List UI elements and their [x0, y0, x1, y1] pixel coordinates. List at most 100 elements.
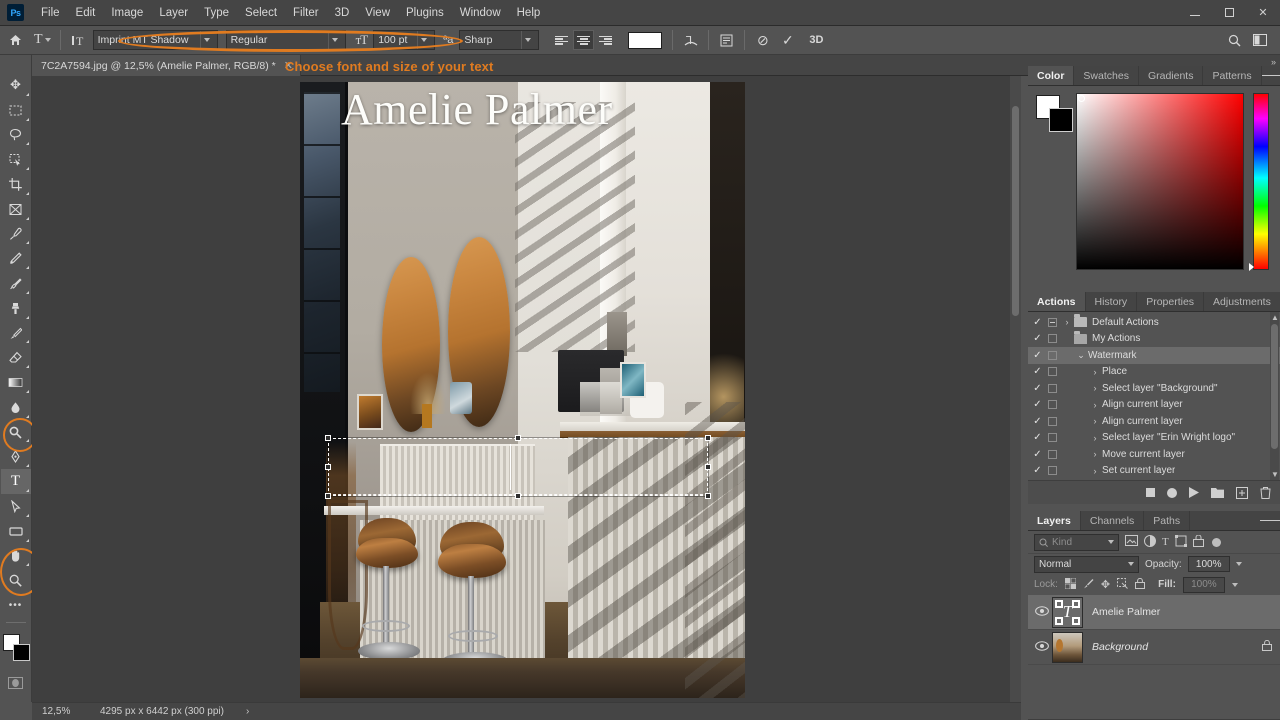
pen-tool[interactable] [1, 444, 31, 469]
filter-pixel-icon[interactable] [1125, 535, 1138, 549]
document-canvas[interactable]: Amelie Palmer [300, 82, 745, 698]
blur-tool[interactable] [1, 395, 31, 420]
resize-handle[interactable] [515, 435, 521, 441]
opacity-value[interactable]: 100% [1187, 556, 1230, 572]
quick-mask-icon[interactable] [1, 671, 31, 696]
status-expand-icon[interactable]: › [224, 706, 249, 717]
chevron-down-icon[interactable] [1235, 562, 1242, 566]
home-icon[interactable] [0, 34, 30, 46]
action-enabled-check[interactable]: ✓ [1030, 317, 1045, 328]
action-dialog-toggle[interactable] [1045, 400, 1060, 410]
action-row[interactable]: ✓ › Align current layer [1028, 397, 1280, 414]
tab-layers[interactable]: Layers [1028, 511, 1081, 530]
action-row[interactable]: ✓ › Place [1028, 364, 1280, 381]
chevron-down-icon[interactable] [1128, 562, 1134, 566]
action-enabled-check[interactable]: ✓ [1030, 416, 1045, 427]
chevron-right-icon[interactable]: › [1088, 400, 1102, 410]
commit-edits-button[interactable]: ✓ [775, 29, 800, 51]
resize-handle[interactable] [705, 493, 711, 499]
zoom-level[interactable]: 12,5% [32, 706, 94, 717]
action-dialog-toggle[interactable] [1045, 416, 1060, 426]
action-dialog-toggle[interactable] [1045, 350, 1060, 360]
blend-mode-select[interactable]: Normal [1034, 555, 1139, 573]
scroll-down-icon[interactable]: ▼ [1271, 470, 1279, 479]
action-row[interactable]: ✓ › Align current layer [1028, 413, 1280, 430]
align-right-button[interactable] [595, 30, 616, 50]
actions-list[interactable]: ✓ › Default Actions ✓ ⌄ My Actions ✓ ⌄ [1028, 312, 1280, 480]
font-family-select[interactable]: Imprint MT Shadow [92, 30, 218, 50]
layer-thumbnail[interactable] [1052, 631, 1083, 663]
menu-edit[interactable]: Edit [68, 2, 104, 24]
layer-row-text[interactable]: T Amelie Palmer [1028, 595, 1280, 630]
action-enabled-check[interactable]: ✓ [1030, 432, 1045, 443]
font-style-select[interactable]: Regular [225, 30, 346, 50]
maximize-button[interactable] [1212, 0, 1246, 26]
action-dialog-toggle[interactable] [1045, 317, 1060, 327]
tab-patterns[interactable]: Patterns [1203, 66, 1262, 85]
canvas-area[interactable]: Amelie Palmer [32, 76, 1021, 702]
action-row[interactable]: ✓ › Default Actions [1028, 314, 1280, 331]
filter-type-icon[interactable]: T [1162, 536, 1169, 548]
lock-image-icon[interactable] [1083, 578, 1094, 592]
eyedropper-tool[interactable] [1, 222, 31, 247]
lock-artboard-icon[interactable] [1117, 577, 1128, 592]
chevron-right-icon[interactable]: › [1088, 433, 1102, 443]
lasso-tool[interactable] [1, 123, 31, 148]
filter-adjustment-icon[interactable] [1144, 534, 1156, 550]
panel-menu-icon[interactable] [1260, 511, 1280, 530]
path-selection-tool[interactable] [1, 494, 31, 519]
move-tool[interactable]: ✥ [1, 73, 31, 98]
action-row[interactable]: ✓ ⌄ Watermark [1028, 347, 1280, 364]
resize-handle[interactable] [515, 493, 521, 499]
hand-tool[interactable] [1, 544, 31, 569]
action-dialog-toggle[interactable] [1045, 449, 1060, 459]
chevron-down-icon[interactable] [199, 31, 213, 49]
spot-healing-brush-tool[interactable] [1, 246, 31, 271]
scroll-up-icon[interactable]: ▲ [1271, 313, 1279, 322]
menu-3d[interactable]: 3D [327, 2, 358, 24]
action-row[interactable]: ✓ ⌄ My Actions [1028, 330, 1280, 348]
chevron-right-icon[interactable]: › [1088, 416, 1102, 426]
resize-handle[interactable] [705, 435, 711, 441]
background-color-swatch[interactable] [12, 643, 30, 661]
action-dialog-toggle[interactable] [1045, 383, 1060, 393]
rectangle-tool[interactable] [1, 519, 31, 544]
scrollbar-thumb[interactable] [1271, 324, 1278, 449]
action-enabled-check[interactable]: ✓ [1030, 383, 1045, 394]
brush-tool[interactable] [1, 271, 31, 296]
history-brush-tool[interactable] [1, 321, 31, 346]
layer-name[interactable]: Amelie Palmer [1092, 606, 1160, 618]
crop-tool[interactable] [1, 172, 31, 197]
chevron-right-icon[interactable]: › [1060, 317, 1074, 327]
layer-thumbnail[interactable]: T [1052, 596, 1083, 628]
chevron-down-icon[interactable] [417, 31, 430, 49]
stop-icon[interactable] [1146, 488, 1155, 497]
action-enabled-check[interactable]: ✓ [1030, 333, 1045, 344]
layer-filter-kind-select[interactable]: Kind [1034, 533, 1119, 551]
chevron-down-icon[interactable] [1231, 582, 1238, 587]
chevron-down-icon[interactable]: ⌄ [1074, 350, 1088, 361]
watermark-text[interactable]: Amelie Palmer [341, 84, 613, 135]
search-icon[interactable] [1222, 29, 1247, 51]
filter-toggle[interactable] [1211, 537, 1221, 547]
character-panel-icon[interactable] [714, 29, 739, 51]
new-set-icon[interactable] [1211, 487, 1224, 498]
horizontal-type-tool[interactable]: T [0, 469, 31, 495]
object-selection-tool[interactable] [1, 147, 31, 172]
workspace-icon[interactable] [1247, 29, 1272, 51]
action-row[interactable]: ✓ › Select layer "Background" [1028, 380, 1280, 397]
action-enabled-check[interactable]: ✓ [1030, 366, 1045, 377]
warp-text-icon[interactable]: Ꞁ [678, 29, 703, 51]
action-dialog-toggle[interactable] [1045, 334, 1060, 344]
hue-slider[interactable] [1249, 93, 1269, 271]
menu-filter[interactable]: Filter [285, 2, 327, 24]
tab-swatches[interactable]: Swatches [1074, 66, 1139, 85]
layer-visibility-icon[interactable] [1032, 640, 1052, 654]
action-row[interactable]: ✓ › Move current layer [1028, 446, 1280, 463]
filter-smart-object-icon[interactable] [1192, 534, 1204, 550]
new-action-icon[interactable] [1236, 486, 1248, 499]
resize-handle[interactable] [705, 464, 711, 470]
action-dialog-toggle[interactable] [1045, 466, 1060, 476]
panel-menu-icon[interactable] [1261, 66, 1280, 85]
text-orientation-icon[interactable]: T [66, 29, 91, 51]
